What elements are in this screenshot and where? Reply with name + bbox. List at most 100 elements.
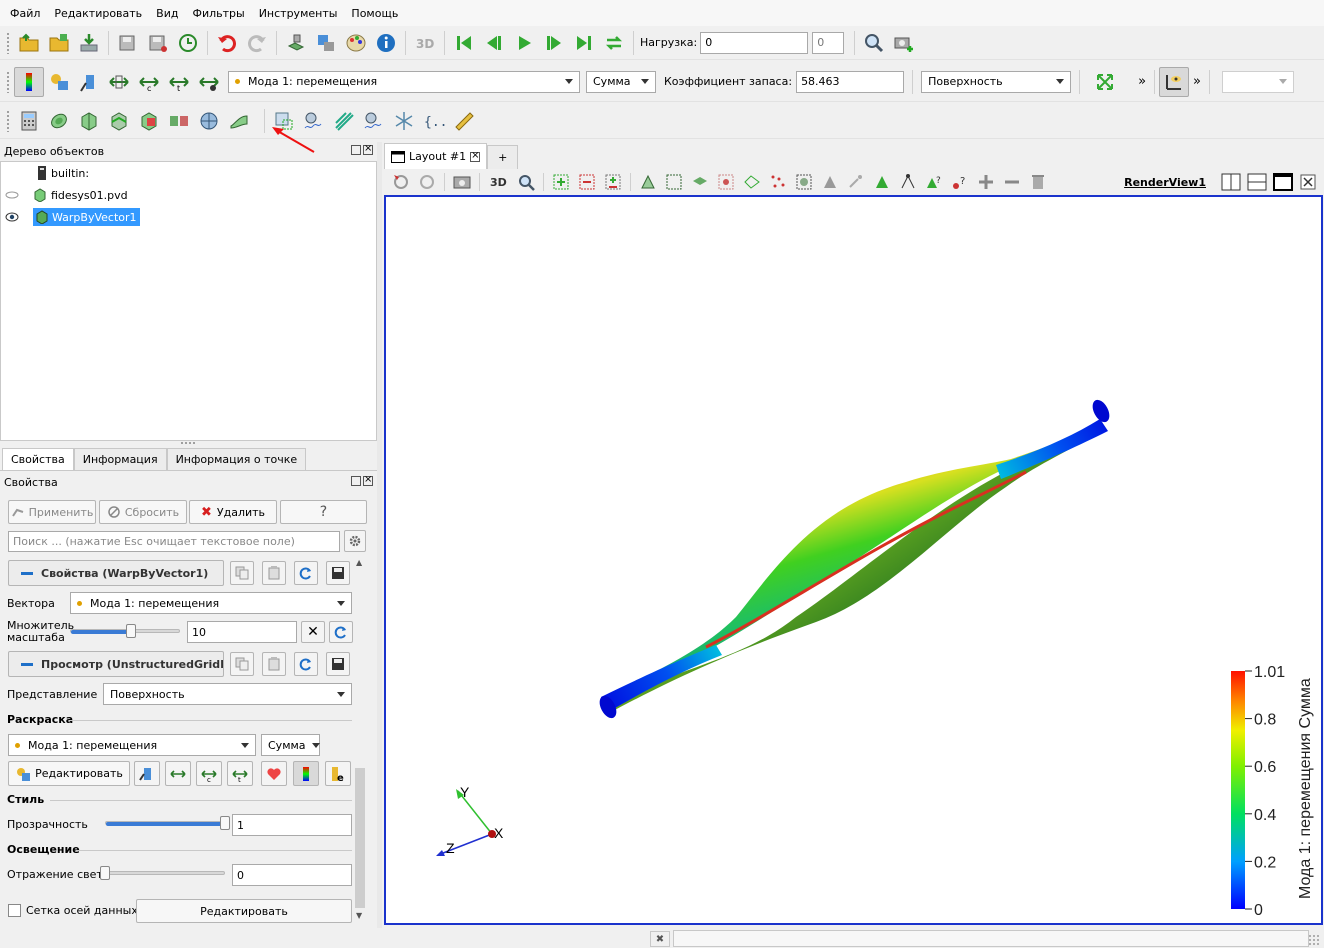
axes-grid-edit-button[interactable]: Редактировать [136,899,352,923]
opacity-slider-handle[interactable] [220,816,230,830]
help-button[interactable]: ? [280,500,367,524]
resize-grip[interactable] [1308,934,1320,946]
menu-tools[interactable]: Инструменты [255,7,342,20]
select-polygon-cells-icon[interactable] [717,173,735,191]
rescale-custom-range-icon[interactable]: c [134,67,164,97]
stream-tracer-icon[interactable] [329,106,359,136]
undo-icon[interactable] [212,28,242,58]
axes-grid-toggle-icon[interactable] [1159,66,1190,97]
scroll-up-icon[interactable]: ▲ [356,558,362,567]
find-data-icon[interactable] [859,28,889,58]
redo-icon[interactable] [242,28,272,58]
interactive-select-cells-icon[interactable] [769,173,787,191]
threshold-icon[interactable] [134,106,164,136]
vector-array-combo[interactable]: Мода 1: перемещения [228,70,580,93]
rescale-temporal-range-icon[interactable]: t [164,67,194,97]
clear-selection-icon[interactable] [1029,173,1047,191]
save-display-defaults-button[interactable] [326,652,350,676]
previous-frame-icon[interactable] [479,28,509,58]
deselect-icon[interactable] [578,173,596,191]
paste-properties-button[interactable] [262,561,286,585]
tab-properties[interactable]: Свойства [2,448,74,470]
splitter-handle[interactable] [180,441,196,445]
loop-icon[interactable] [599,28,629,58]
representation-combo[interactable]: Поверхность [921,70,1072,93]
paste-display-button[interactable] [262,652,286,676]
split-vertical-icon[interactable] [1246,171,1268,193]
interactive-select-points-icon[interactable] [795,173,813,191]
glyph-icon[interactable] [194,106,224,136]
save-state-as-icon[interactable] [143,28,173,58]
undock-icon[interactable] [351,144,361,155]
undock-icon[interactable] [351,475,361,486]
tree-row-builtin[interactable]: builtin: [1,162,376,184]
eye-closed-icon[interactable] [5,189,19,201]
advanced-settings-button[interactable] [344,530,366,552]
load-spinbox[interactable]: 0 [812,31,845,54]
render-view[interactable]: Y X Z 1.01 0.8 0.6 0.4 0.2 0 Мода 1: перемеще… [384,195,1323,925]
save-data-icon[interactable] [74,28,104,58]
eye-open-icon[interactable] [5,211,19,223]
layout-tab-1[interactable]: Layout #1 [384,143,488,169]
delete-button[interactable]: ✖ Удалить [189,500,277,524]
reset-camera-icon[interactable] [1090,67,1120,97]
maximize-view-icon[interactable] [1272,171,1294,193]
status-close-icon[interactable]: ✖ [650,931,670,947]
ruler-icon[interactable] [449,106,479,136]
menu-help[interactable]: Помощь [347,7,402,20]
show-colorbar-button[interactable] [293,761,319,786]
add-selection-icon[interactable] [977,173,995,191]
tab-information[interactable]: Информация [73,448,167,470]
edit-colorbar-button[interactable]: e [325,761,351,786]
vectors-combo[interactable]: Мода 1: перемещения [70,592,352,614]
close-tab-icon[interactable] [470,150,481,162]
color-map-editor-icon[interactable] [44,67,74,97]
save-defaults-button[interactable] [326,561,350,585]
close-icon[interactable] [363,143,373,155]
connect-icon[interactable] [281,28,311,58]
screenshot-icon[interactable] [889,28,919,58]
toggle-colorbar-icon[interactable] [14,66,44,97]
select-triangle-icon[interactable] [873,173,891,191]
reset-view-icon[interactable] [392,173,410,191]
render-view-name[interactable]: RenderView1 [1124,176,1206,189]
apply-button[interactable]: Применить [8,500,96,524]
grow-selection-icon[interactable] [604,173,622,191]
split-horizontal-icon[interactable] [1220,171,1242,193]
choose-preset-button[interactable] [134,761,160,786]
safety-factor-input[interactable]: 58.463 [796,70,905,93]
warp-by-vector-icon[interactable] [224,106,254,136]
open-state-icon[interactable] [44,28,74,58]
axes-grid-checkbox[interactable] [8,904,21,917]
opacity-input[interactable]: 1 [232,814,352,836]
vertical-splitter[interactable] [377,142,382,932]
python-braces-icon[interactable]: {..} [419,106,449,136]
load-input[interactable]: 0 [700,31,809,54]
scroll-down-icon[interactable]: ▼ [356,911,362,920]
extract-subset-icon[interactable] [164,106,194,136]
toolbar-grip[interactable] [6,31,10,54]
toggle-3d-button[interactable]: 3D [490,176,507,189]
rescale-data-button[interactable] [165,761,191,786]
select-triangle-query-icon[interactable]: ? [925,173,943,191]
clear-scale-button[interactable]: ✕ [301,621,325,643]
color-palette-icon[interactable] [341,28,371,58]
coloring-array-combo[interactable]: Мода 1: перемещения [8,734,256,756]
component-combo[interactable]: Сумма [586,70,656,93]
subtract-selection-icon[interactable] [1003,173,1021,191]
select-points-on-icon[interactable] [899,173,917,191]
reset-session-icon[interactable] [173,28,203,58]
close-view-icon[interactable] [1298,171,1320,193]
rescale-data-range-icon[interactable] [104,67,134,97]
menu-view[interactable]: Вид [152,7,182,20]
menu-edit[interactable]: Редактировать [50,7,146,20]
select-point-query-icon[interactable]: ? [951,173,969,191]
scale-slider-handle[interactable] [126,624,136,638]
representation-select[interactable]: Поверхность [103,683,352,705]
properties-scrollbar[interactable]: ▲ ▼ [354,558,366,920]
3d-view-icon[interactable]: 3D [410,28,440,58]
copy-properties-button[interactable] [230,561,254,585]
view-section-header[interactable]: Просмотр (UnstructuredGridRe [8,651,224,677]
save-state-icon[interactable] [113,28,143,58]
coloring-component-combo[interactable]: Сумма [261,734,320,756]
